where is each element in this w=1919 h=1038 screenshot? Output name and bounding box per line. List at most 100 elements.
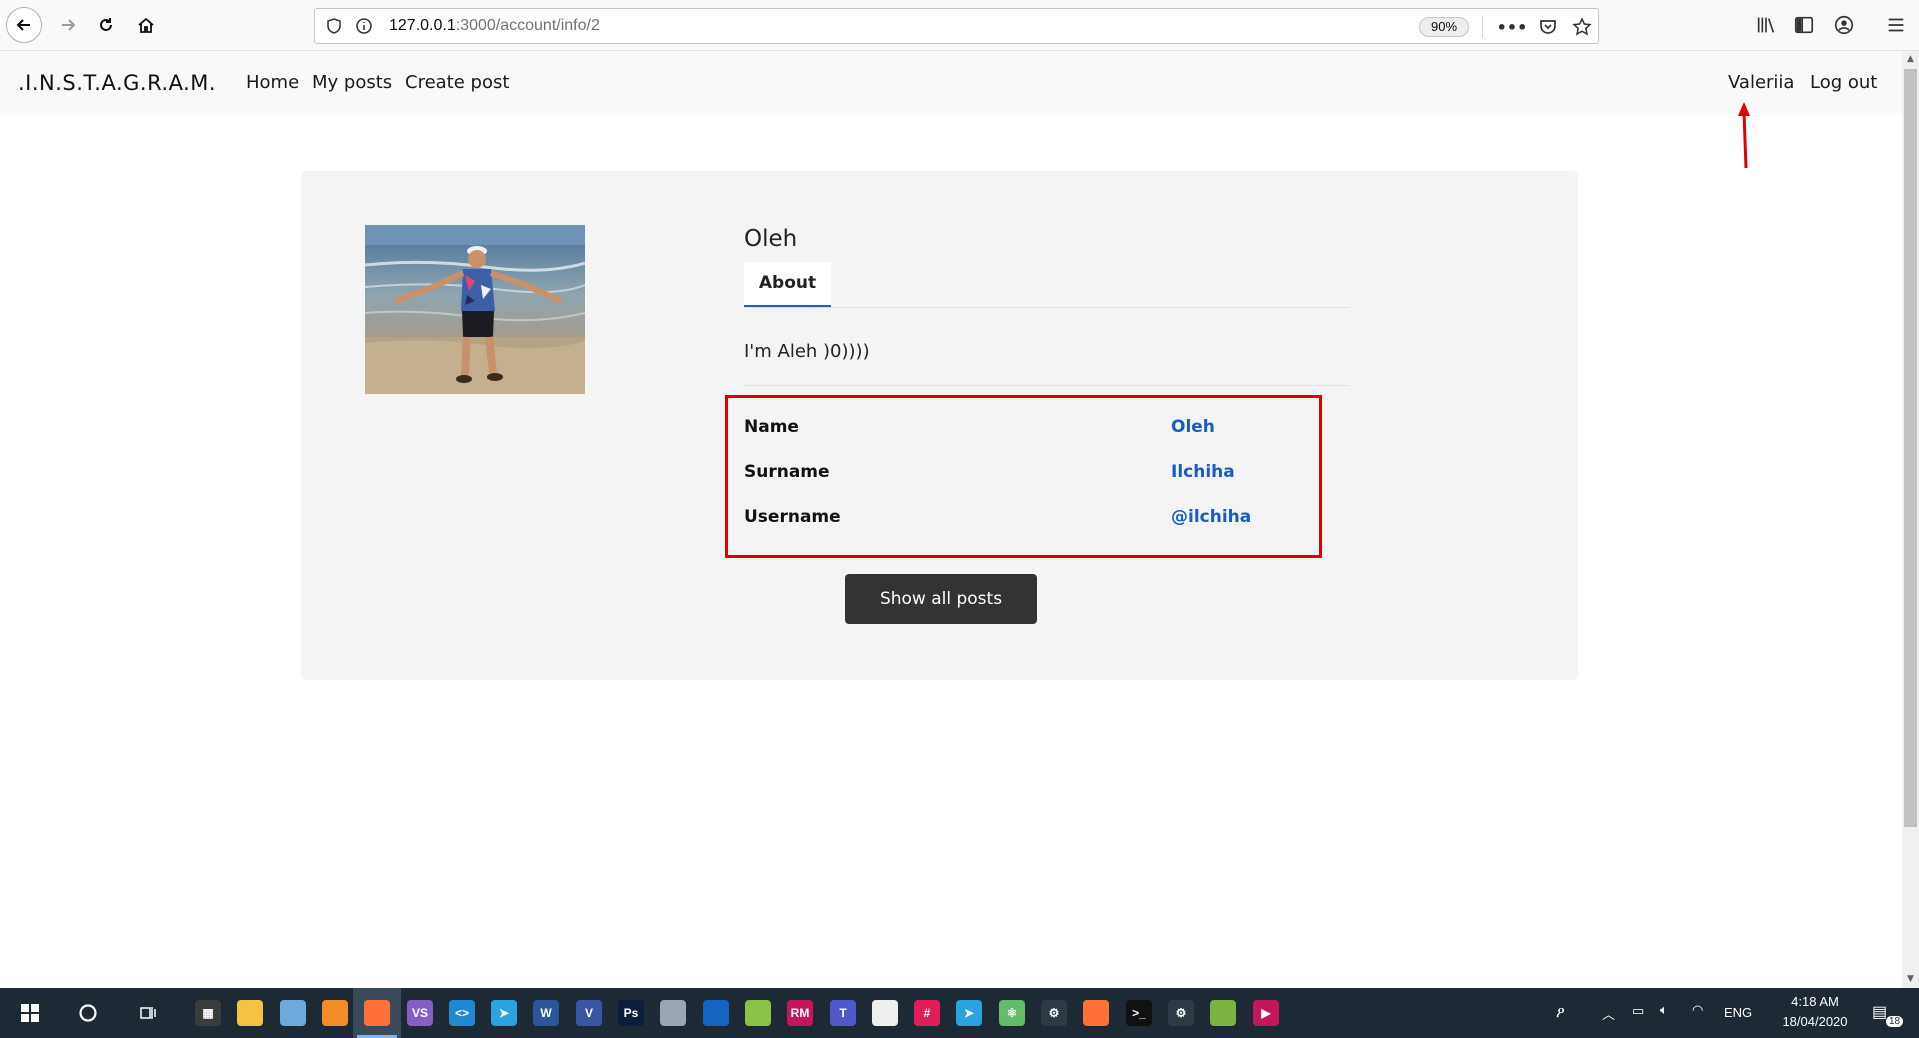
pocket-icon[interactable] [1537, 16, 1559, 38]
taskbar-app-media-player[interactable]: ▶ [1242, 988, 1290, 1038]
back-button[interactable] [6, 7, 42, 43]
visio-icon: V [576, 1000, 602, 1026]
profile-card: Oleh About I'm Aleh )0)))) Name Oleh Sur… [301, 171, 1578, 680]
notification-count: 18 [1886, 1016, 1904, 1027]
taskbar-app-teams[interactable]: T [819, 988, 867, 1038]
windows-logo-icon [21, 1004, 39, 1022]
notepad-icon [280, 1000, 306, 1026]
tray-chevron-icon[interactable]: ︿ [1602, 1004, 1615, 1023]
tabs-divider [744, 307, 1350, 308]
cortana-circle-icon [79, 1004, 97, 1022]
clock-date[interactable]: 18/04/2020 [1772, 1014, 1858, 1029]
search-button[interactable] [64, 988, 112, 1038]
volume-icon[interactable]: 🔈︎ [1660, 1002, 1668, 1018]
wifi-icon[interactable]: ◠ [1692, 1002, 1703, 1018]
url-path: :3000/account/info/2 [455, 17, 600, 34]
nav-link-create-post[interactable]: Create post [405, 72, 509, 93]
notification-center-icon[interactable]: ▤ [1872, 1002, 1887, 1022]
image-viewer-icon [1210, 1000, 1236, 1026]
language-indicator[interactable]: ENG [1724, 1005, 1752, 1020]
info-icon[interactable] [355, 17, 373, 35]
taskbar-app-maps[interactable] [734, 988, 782, 1038]
home-button[interactable] [128, 7, 164, 43]
taskbar-app-gimp[interactable] [861, 988, 909, 1038]
bio-divider [744, 385, 1350, 386]
account-icon[interactable] [1832, 13, 1856, 37]
slack-icon: # [914, 1000, 940, 1026]
visual-studio-icon: VS [407, 1000, 433, 1026]
tab-about[interactable]: About [744, 262, 831, 307]
gimp-icon [872, 1000, 898, 1026]
nav-link-home[interactable]: Home [246, 72, 299, 93]
battery-icon[interactable]: ▭ [1632, 1003, 1644, 1019]
taskbar-app-calculator[interactable]: ▦ [184, 988, 232, 1038]
show-all-posts-button[interactable]: Show all posts [845, 574, 1037, 624]
profile-bio: I'm Aleh )0)))) [744, 341, 870, 362]
taskbar-app-atom[interactable]: ⚛ [988, 988, 1036, 1038]
taskbar-app-sharkfin[interactable] [692, 988, 740, 1038]
taskbar-app-settings[interactable]: ⚙ [1030, 988, 1078, 1038]
maps-icon [745, 1000, 771, 1026]
taskbar-app-notepad[interactable] [269, 988, 317, 1038]
sharkfin-icon [703, 1000, 729, 1026]
media-player-icon: ▶ [1253, 1000, 1279, 1026]
taskbar-app-terminal[interactable]: >_ [1115, 988, 1163, 1038]
taskbar-app-firefox[interactable] [353, 988, 401, 1038]
telegram-icon: ➤ [491, 1000, 517, 1026]
reload-button[interactable] [88, 7, 124, 43]
zoom-indicator[interactable]: 90% [1419, 17, 1469, 37]
teams-icon: T [830, 1000, 856, 1026]
clock-time[interactable]: 4:18 AM [1780, 994, 1850, 1009]
people-icon[interactable]: ዖ [1556, 1004, 1565, 1021]
taskbar-app-firefox-2[interactable] [1072, 988, 1120, 1038]
surname-value: Ilchiha [1171, 462, 1235, 482]
taskbar-app-app-orange[interactable] [311, 988, 359, 1038]
name-label: Name [744, 417, 799, 437]
taskbar-app-rubymine[interactable]: RM [776, 988, 824, 1038]
scroll-down-icon[interactable]: ▼ [1902, 971, 1919, 988]
task-view-button[interactable] [124, 988, 172, 1038]
page-scrollbar[interactable]: ▲ ▼ [1902, 51, 1919, 988]
reload-icon [100, 18, 112, 31]
scroll-thumb[interactable] [1904, 69, 1917, 827]
url-separator [1482, 16, 1483, 38]
taskbar-app-file-explorer[interactable] [226, 988, 274, 1038]
taskbar-app-word[interactable]: W [522, 988, 570, 1038]
url-bar[interactable]: 127.0.0.1:3000/account/info/2 90% ••• [314, 8, 1599, 44]
logout-link[interactable]: Log out [1810, 72, 1877, 93]
brand-logo[interactable]: .I.N.S.T.A.G.R.A.M. [18, 71, 216, 95]
paint-icon [660, 1000, 686, 1026]
beach-photo-image [365, 225, 585, 394]
scroll-up-icon[interactable]: ▲ [1902, 51, 1919, 68]
firefox-icon [364, 1000, 390, 1026]
taskbar-app-visual-studio[interactable]: VS [396, 988, 444, 1038]
start-button[interactable] [6, 988, 54, 1038]
forward-button[interactable] [50, 7, 86, 43]
library-icon[interactable] [1754, 13, 1778, 37]
bookmark-star-icon[interactable] [1571, 16, 1593, 38]
page-actions-icon[interactable]: ••• [1497, 16, 1528, 38]
url-text[interactable]: 127.0.0.1:3000/account/info/2 [389, 17, 600, 35]
shield-icon[interactable] [325, 17, 343, 35]
taskbar-app-visio[interactable]: V [565, 988, 613, 1038]
taskbar-app-paint[interactable] [649, 988, 697, 1038]
forward-arrow-icon [62, 19, 76, 31]
profile-name: Oleh [744, 226, 798, 252]
task-view-icon [140, 1007, 156, 1019]
home-icon [138, 17, 154, 33]
taskbar-app-vscode[interactable]: <> [438, 988, 486, 1038]
calculator-icon: ▦ [195, 1000, 221, 1026]
nav-link-my-posts[interactable]: My posts [312, 72, 392, 93]
taskbar-app-telegram-2[interactable]: ➤ [945, 988, 993, 1038]
taskbar-app-settings-2[interactable]: ⚙ [1157, 988, 1205, 1038]
username-label: Username [744, 507, 841, 527]
taskbar-app-image-viewer[interactable] [1199, 988, 1247, 1038]
menu-icon[interactable] [1884, 13, 1908, 37]
taskbar-app-telegram[interactable]: ➤ [480, 988, 528, 1038]
taskbar-app-slack[interactable]: # [903, 988, 951, 1038]
taskbar-app-photoshop[interactable]: Ps [607, 988, 655, 1038]
vscode-icon: <> [449, 1000, 475, 1026]
nav-user-link[interactable]: Valeriia [1728, 72, 1794, 93]
sidebar-icon[interactable] [1792, 13, 1816, 37]
windows-taskbar: ▦ VS <> ➤ W V Ps RM T # ➤ ⚛ ⚙ >_ ⚙ ▶ ዖ ︿ ▭ 🔈︎ ◠ ENG 4:1… [0, 988, 1919, 1038]
